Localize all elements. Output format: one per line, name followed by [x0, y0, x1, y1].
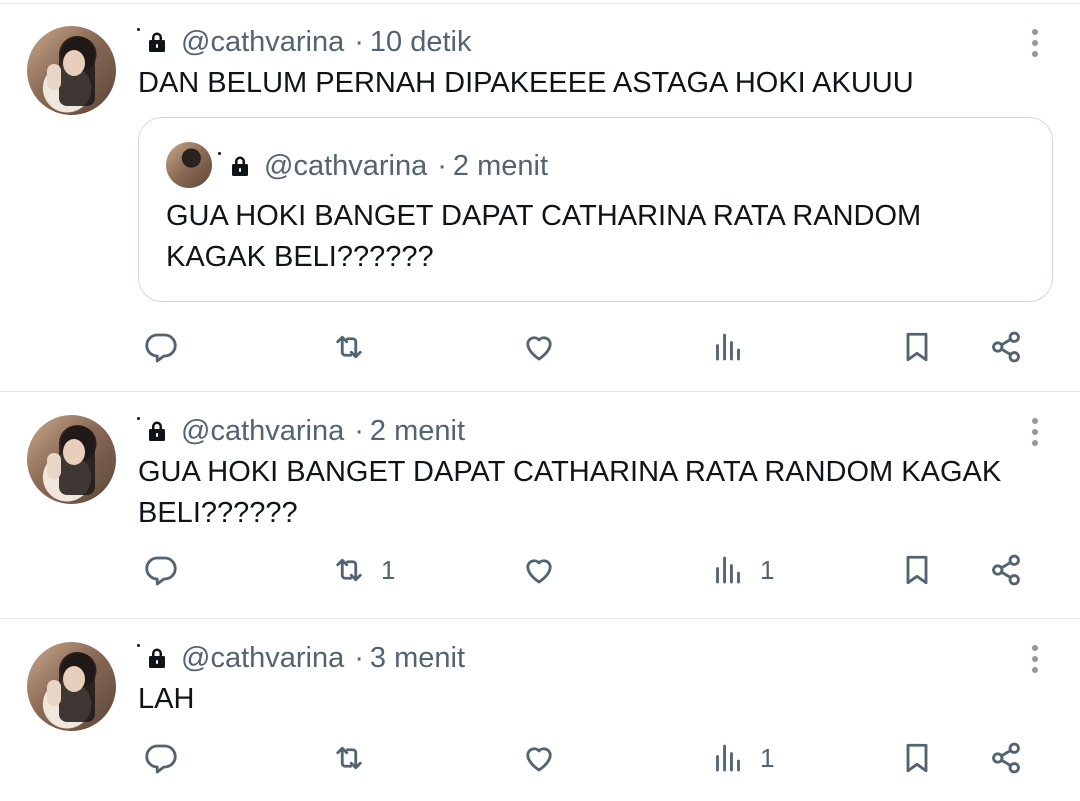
- quote-text: GUA HOKI BANGET DAPAT CATHARINA RATA RAN…: [166, 200, 922, 273]
- separator: ·: [354, 25, 364, 58]
- reply-icon: [145, 333, 177, 363]
- bookmark-button[interactable]: [899, 545, 935, 595]
- views-icon: [716, 556, 740, 584]
- lock-icon: [149, 32, 165, 52]
- lock-icon: [149, 648, 165, 668]
- more-vertical-icon[interactable]: [1030, 645, 1040, 675]
- bookmark-button[interactable]: [899, 322, 935, 372]
- heart-icon: [526, 559, 552, 584]
- bookmark-icon: [906, 743, 928, 773]
- timestamp[interactable]: 10 detik: [370, 26, 472, 59]
- share-button[interactable]: [988, 322, 1024, 372]
- bookmark-icon: [906, 555, 928, 585]
- reply-button[interactable]: [143, 733, 193, 783]
- tweet-feed: @cathvarina · 10 detik DAN BELUM PERNAH …: [0, 0, 1080, 801]
- views-icon: [716, 744, 740, 772]
- views-button[interactable]: 1: [710, 545, 774, 595]
- timestamp[interactable]: 2 menit: [370, 415, 465, 448]
- like-button[interactable]: [521, 322, 571, 372]
- more-vertical-icon[interactable]: [1030, 418, 1040, 448]
- quoted-tweet[interactable]: @cathvarina · 2 menit GUA HOKI BANGET DA…: [138, 117, 1053, 302]
- repost-count: 1: [381, 554, 396, 585]
- tweet[interactable]: @cathvarina · 3 menit LAH 1: [0, 620, 1080, 801]
- quote-avatar: [166, 142, 212, 188]
- bookmark-button[interactable]: [899, 733, 935, 783]
- like-button[interactable]: [521, 545, 571, 595]
- timestamp[interactable]: 3 menit: [370, 642, 465, 675]
- views-icon: [716, 333, 740, 361]
- share-icon: [992, 331, 1020, 363]
- action-bar: [0, 322, 1080, 372]
- tick-mark: [137, 28, 140, 31]
- share-button[interactable]: [988, 733, 1024, 783]
- quote-header: @cathvarina · 2 menit: [230, 148, 548, 184]
- views-count: 1: [760, 554, 775, 585]
- handle[interactable]: @cathvarina: [181, 642, 344, 675]
- heart-icon: [526, 747, 552, 772]
- avatar[interactable]: [27, 415, 116, 504]
- tweet-text: LAH: [138, 683, 195, 715]
- lock-icon: [232, 156, 248, 176]
- more-vertical-icon[interactable]: [1030, 29, 1040, 59]
- separator: ·: [354, 414, 364, 447]
- like-button[interactable]: [521, 733, 571, 783]
- action-bar: 1: [0, 733, 1080, 783]
- lock-icon: [149, 421, 165, 441]
- share-icon: [992, 554, 1020, 586]
- reply-button[interactable]: [143, 545, 193, 595]
- tweet-header: @cathvarina · 10 detik: [147, 24, 472, 60]
- views-count: 1: [760, 742, 775, 773]
- tick-mark: [137, 644, 140, 647]
- repost-icon: [336, 335, 362, 359]
- repost-button[interactable]: [331, 322, 381, 372]
- action-bar: 1 1: [0, 545, 1080, 595]
- tweet[interactable]: @cathvarina · 10 detik DAN BELUM PERNAH …: [0, 4, 1080, 392]
- reply-icon: [145, 556, 177, 586]
- tweet-text: DAN BELUM PERNAH DIPAKEEEE ASTAGA HOKI A…: [138, 67, 914, 99]
- reply-icon: [145, 744, 177, 774]
- repost-button[interactable]: 1: [331, 545, 395, 595]
- repost-icon: [336, 746, 362, 770]
- tick-mark: [137, 417, 140, 420]
- share-icon: [992, 742, 1020, 774]
- tick-mark: [218, 152, 221, 155]
- reply-button[interactable]: [143, 322, 193, 372]
- avatar[interactable]: [27, 642, 116, 731]
- quote-timestamp: 2 menit: [452, 149, 549, 182]
- tweet-header: @cathvarina · 2 menit: [147, 413, 465, 449]
- bookmark-icon: [906, 332, 928, 362]
- repost-icon: [336, 558, 362, 582]
- tweet[interactable]: @cathvarina · 2 menit GUA HOKI BANGET DA…: [0, 393, 1080, 619]
- handle[interactable]: @cathvarina: [181, 26, 344, 59]
- repost-button[interactable]: [331, 733, 381, 783]
- views-button[interactable]: 1: [710, 733, 774, 783]
- separator: ·: [437, 149, 447, 182]
- tweet-text: GUA HOKI BANGET DAPAT CATHARINA RATA RAN…: [138, 456, 1002, 529]
- quote-handle: @cathvarina: [264, 149, 428, 182]
- views-button[interactable]: [710, 322, 760, 372]
- avatar[interactable]: [27, 26, 116, 115]
- handle[interactable]: @cathvarina: [181, 415, 344, 448]
- tweet-header: @cathvarina · 3 menit: [147, 640, 465, 676]
- separator: ·: [354, 641, 364, 674]
- share-button[interactable]: [988, 545, 1024, 595]
- heart-icon: [526, 336, 552, 361]
